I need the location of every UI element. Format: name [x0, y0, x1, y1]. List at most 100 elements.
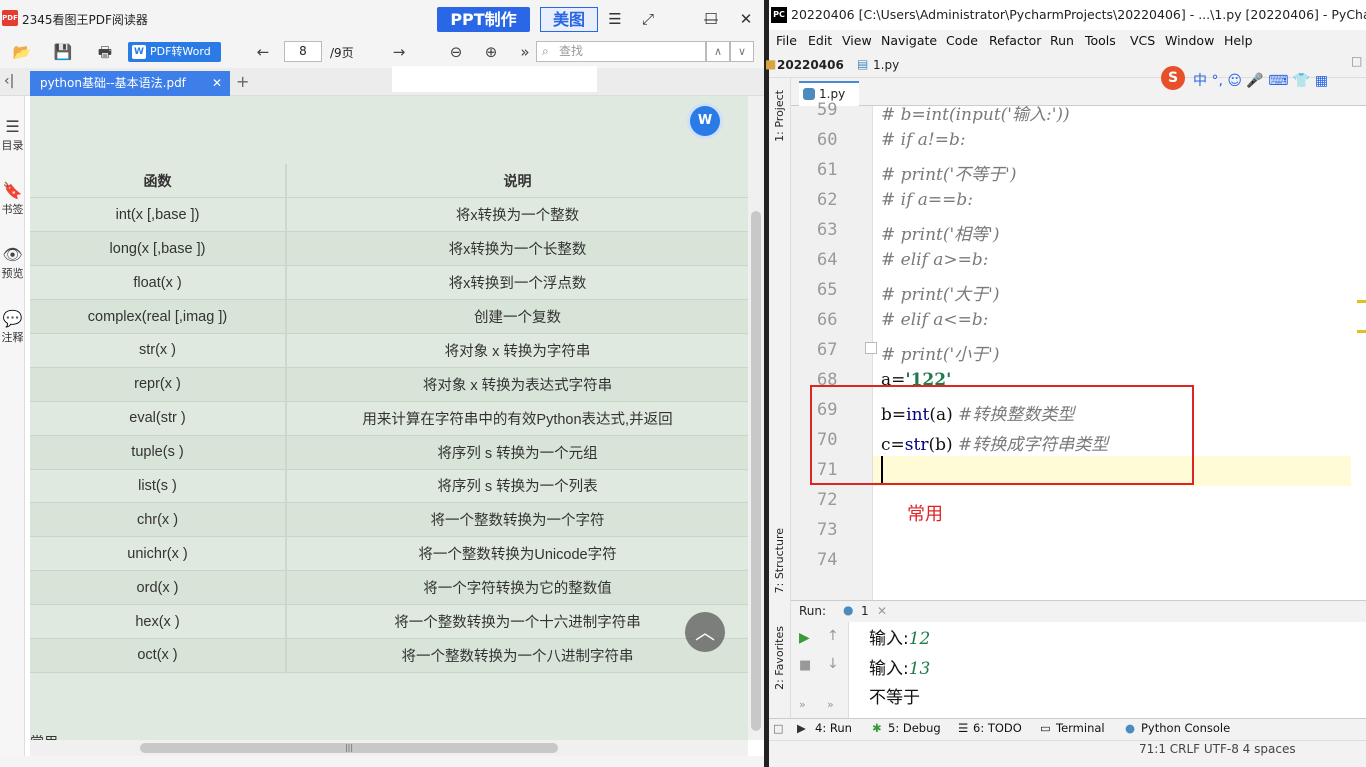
terminal-icon: ▭: [1040, 721, 1051, 735]
debug-icon: ✱: [872, 721, 882, 735]
bottom-tab-run[interactable]: 4: Run: [815, 721, 852, 735]
sogou-ime-icon[interactable]: S: [1161, 66, 1185, 90]
up-arrow-icon[interactable]: ↑: [827, 628, 839, 644]
table-header: 说明: [286, 164, 748, 199]
line-number: 63: [817, 220, 838, 240]
search-prev-icon[interactable]: ∧: [706, 41, 730, 62]
prev-page-icon[interactable]: ←: [252, 41, 274, 63]
menu-icon[interactable]: ☰: [604, 8, 626, 30]
sidebar-item-preview[interactable]: 👁 预览: [0, 245, 25, 281]
table-row: chr(x ) 将一个整数转换为一个字符: [30, 502, 748, 538]
pdf-document-tab[interactable]: python基础--基本语法.pdf: [30, 71, 230, 96]
favorites-tool-tab[interactable]: 2: Favorites: [773, 626, 786, 690]
menu-tools[interactable]: Tools: [1085, 33, 1116, 48]
stop-icon[interactable]: ■: [799, 658, 811, 673]
menu-vcs[interactable]: VCS: [1130, 33, 1155, 48]
function-desc-cell: 将序列 s 转换为一个列表: [286, 469, 748, 504]
search-input[interactable]: ⌕ 查找: [536, 41, 706, 62]
scroll-to-top-icon[interactable]: ︿: [685, 612, 725, 652]
pdf-reader-window: PDF 2345看图王PDF阅读器 PPT制作 美图 ☰ ⤢ — ☐ ✕ 📂 💾…: [0, 0, 764, 767]
save-icon[interactable]: 💾: [52, 41, 74, 63]
vertical-scrollbar[interactable]: [748, 96, 764, 740]
line-number-gutter: 59 60 61 62 63 64 65 66 67 68 69 70 71 7…: [791, 100, 873, 600]
python-console-icon: ●: [1125, 721, 1136, 735]
floating-word-icon[interactable]: W: [690, 106, 720, 136]
menu-file[interactable]: File: [776, 33, 797, 48]
meitu-button[interactable]: 美图: [540, 7, 598, 32]
status-info[interactable]: 71:1 CRLF UTF-8 4 spaces: [1139, 742, 1296, 756]
breadcrumb-file[interactable]: 1.py: [873, 58, 899, 72]
tab-close-icon[interactable]: ✕: [877, 604, 887, 618]
toggle-tool-windows-icon[interactable]: □: [773, 722, 783, 735]
code-line: # b=int(input('输入:')): [881, 106, 1070, 125]
table-row: hex(x ) 将一个整数转换为一个十六进制字符串: [30, 604, 748, 639]
maximize-icon[interactable]: ☐: [700, 8, 722, 30]
run-console-output[interactable]: 输入:12 输入:13 不等于: [849, 622, 1366, 718]
code-line: # print('相等'): [881, 225, 1000, 245]
sidebar-item-label: 书签: [1, 203, 24, 216]
menu-run[interactable]: Run: [1050, 33, 1074, 48]
sidebar-item-toc[interactable]: ☰ 目录: [0, 117, 25, 153]
function-desc-cell: 将序列 s 转换为一个元组: [286, 435, 748, 470]
project-tool-tab[interactable]: 1: Project: [773, 90, 786, 142]
sidebar-item-annotations[interactable]: 💬 注释: [0, 309, 25, 345]
bottom-tab-terminal[interactable]: Terminal: [1056, 721, 1105, 735]
python-file-icon: [803, 88, 815, 100]
tab-close-icon[interactable]: ✕: [212, 71, 222, 96]
menu-view[interactable]: View: [842, 33, 872, 48]
function-desc-cell: 创建一个复数: [286, 299, 748, 334]
annotation-text: 常用: [907, 504, 943, 525]
eye-icon: 👁: [2, 245, 23, 264]
pdf-page-content: 函数 说明 int(x [,base ]) 将x转换为一个整数 long(x [,b…: [30, 96, 748, 740]
collapse-sidebar-icon[interactable]: ‹|: [4, 73, 14, 89]
table-row: repr(x ) 将对象 x 转换为表达式字符串: [30, 367, 748, 402]
bottom-tab-python-console[interactable]: Python Console: [1141, 721, 1230, 735]
fold-marker-icon[interactable]: [865, 342, 877, 354]
fullscreen-icon[interactable]: ⤢: [637, 8, 659, 30]
menu-help[interactable]: Help: [1224, 33, 1253, 48]
page-number-input[interactable]: 8: [284, 41, 322, 62]
line-number: 60: [817, 130, 838, 150]
ppt-make-button[interactable]: PPT制作: [437, 7, 530, 32]
run-tool-icon: ▶: [797, 721, 806, 735]
sidebar-item-bookmarks[interactable]: 🔖 书签: [0, 181, 25, 217]
more-tools-icon[interactable]: »: [514, 41, 536, 63]
menu-window[interactable]: Window: [1165, 33, 1214, 48]
menu-code[interactable]: Code: [946, 33, 978, 48]
code-editor[interactable]: # b=int(input('输入:')) # if a!=b: # print…: [873, 106, 1366, 600]
breadcrumb-project[interactable]: 20220406: [777, 58, 844, 72]
warning-marker[interactable]: [1357, 330, 1366, 333]
run-config-tab[interactable]: 1: [861, 604, 869, 618]
rerun-icon[interactable]: ▶: [799, 630, 810, 646]
console-input-value: 13: [908, 659, 931, 679]
ide-title-bar: 20220406 [C:\Users\Administrator\Pycharm…: [769, 0, 1366, 30]
ime-tools-icons[interactable]: 中 °, ☺ 🎤 ⌨ 👕 ▦: [1193, 70, 1328, 90]
function-desc-cell: 将一个整数转换为一个十六进制字符串: [286, 604, 748, 639]
open-folder-icon[interactable]: 📂: [11, 41, 33, 63]
horizontal-scrollbar[interactable]: |||: [30, 740, 748, 756]
run-panel-label: Run:: [799, 604, 827, 618]
close-icon[interactable]: ✕: [735, 8, 757, 30]
add-tab-icon[interactable]: +: [236, 72, 249, 91]
print-icon[interactable]: 🖶: [94, 41, 116, 63]
zoom-in-icon[interactable]: ⊕: [480, 41, 502, 63]
next-page-icon[interactable]: →: [388, 41, 410, 63]
structure-tool-tab[interactable]: 7: Structure: [773, 528, 786, 593]
warning-marker[interactable]: [1357, 300, 1366, 303]
bottom-tab-todo[interactable]: 6: TODO: [973, 721, 1022, 735]
page-total: /9页: [330, 46, 354, 60]
zoom-out-icon[interactable]: ⊖: [445, 41, 467, 63]
expand-icon[interactable]: »: [799, 698, 806, 711]
expand-icon[interactable]: »: [827, 698, 834, 711]
function-name-cell: int(x [,base ]): [30, 197, 287, 233]
menu-edit[interactable]: Edit: [808, 33, 832, 48]
pdf-to-word-button[interactable]: W PDF转Word: [128, 42, 221, 62]
menu-navigate[interactable]: Navigate: [881, 33, 937, 48]
search-next-icon[interactable]: ∨: [730, 41, 754, 62]
down-arrow-icon[interactable]: ↓: [827, 656, 839, 672]
bottom-tab-debug[interactable]: 5: Debug: [888, 721, 941, 735]
function-desc-cell: 将对象 x 转换为表达式字符串: [286, 367, 748, 402]
menu-refactor[interactable]: Refactor: [989, 33, 1041, 48]
menu-overflow-icon[interactable]: □: [1351, 54, 1362, 68]
function-name-cell: list(s ): [30, 469, 287, 504]
